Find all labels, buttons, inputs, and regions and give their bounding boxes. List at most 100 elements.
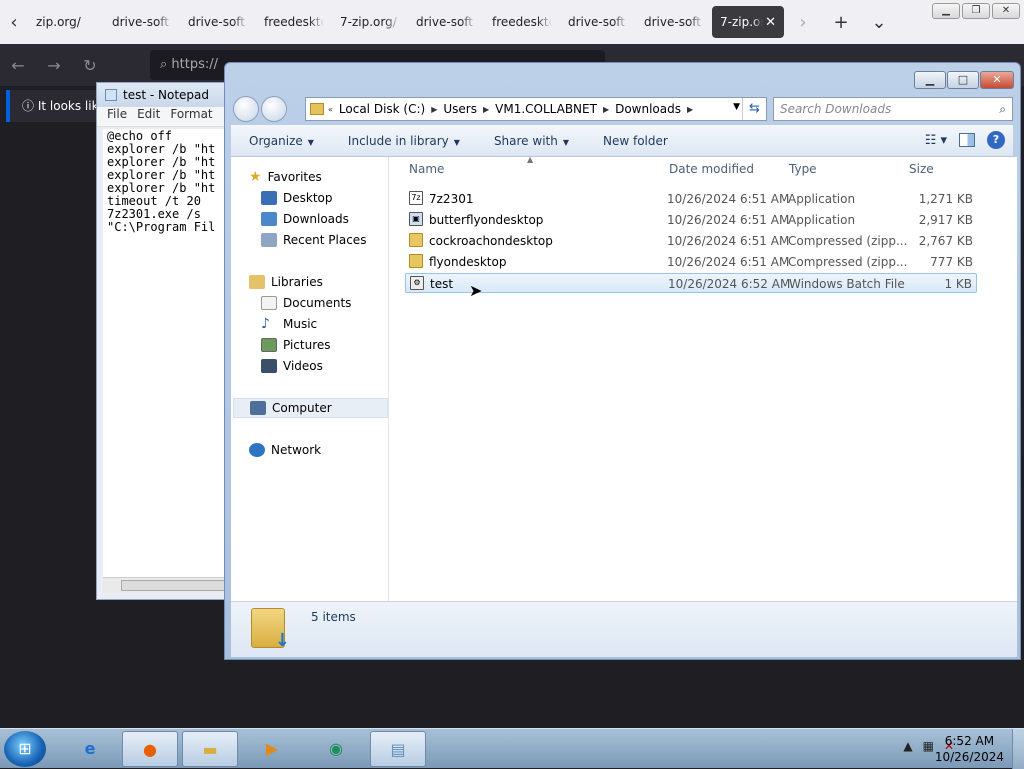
column-type[interactable]: Type	[789, 162, 817, 176]
nav-videos[interactable]: Videos	[261, 356, 401, 376]
nav-documents[interactable]: Documents	[261, 293, 401, 313]
organize-button[interactable]: Organize ▼	[231, 134, 330, 148]
maximize-icon[interactable]: □	[947, 71, 979, 89]
firefox-icon[interactable]: ●	[122, 731, 178, 767]
minimize-icon[interactable]: ▁	[932, 3, 960, 19]
nav-music[interactable]: ♪ Music	[261, 314, 401, 334]
chevron-right-icon[interactable]: ▶	[483, 105, 489, 114]
start-button[interactable]: ⊞	[4, 731, 46, 767]
browser-tab[interactable]: drive-soft	[636, 6, 712, 38]
nav-network[interactable]: Network	[249, 440, 389, 460]
tab-list-icon[interactable]: ⌄	[860, 12, 898, 33]
file-row-selected[interactable]: ⚙ test 10/26/2024 6:52 AM Windows Batch …	[405, 273, 977, 293]
nav-favorites[interactable]: ★ Favorites	[249, 167, 389, 187]
explorer-body: ★ Favorites Desktop Downloads Recent Plac…	[231, 155, 1017, 601]
zip-folder-icon	[409, 233, 423, 247]
new-tab-icon[interactable]: +	[822, 12, 860, 33]
browser-tab[interactable]: drive-soft	[560, 6, 636, 38]
include-label: Include in library	[347, 133, 449, 148]
media-player-icon[interactable]: ▶	[244, 731, 300, 767]
overflow-icon[interactable]: «	[328, 105, 333, 114]
file-row[interactable]: ▣ butterflyondesktop 10/26/2024 6:51 AM …	[405, 210, 977, 230]
close-tab-icon[interactable]: ✕	[765, 15, 776, 30]
address-bar[interactable]: « Local Disk (C:) ▶ Users ▶ VM1.COLLABNET ▶…	[305, 97, 767, 121]
file-row[interactable]: cockroachondesktop 10/26/2024 6:51 AM Co…	[405, 231, 977, 251]
column-date-modified[interactable]: Date modified	[669, 162, 754, 176]
url-text: https://	[171, 57, 219, 72]
tab-scroll-right-icon[interactable]: ›	[784, 12, 822, 33]
file-row[interactable]: flyondesktop 10/26/2024 6:51 AM Compress…	[405, 252, 977, 272]
nav-label: Desktop	[283, 191, 333, 205]
restore-icon[interactable]: ❐	[962, 3, 990, 19]
browser-tab[interactable]: drive-soft	[104, 6, 180, 38]
browser-tab[interactable]: freedeskto	[256, 6, 332, 38]
menu-format[interactable]: Format	[170, 107, 212, 126]
menu-edit[interactable]: Edit	[137, 107, 160, 126]
reload-icon[interactable]: ↻	[72, 56, 108, 75]
include-in-library-button[interactable]: Include in library ▼	[330, 134, 476, 148]
nav-downloads[interactable]: Downloads	[261, 209, 401, 229]
tab-label: drive-soft	[644, 15, 702, 29]
browser-tab-active[interactable]: 7-zip.or ✕	[712, 6, 784, 38]
file-date: 10/26/2024 6:51 AM	[667, 192, 790, 206]
preview-pane-icon[interactable]	[959, 133, 975, 147]
search-icon: ⌕	[160, 57, 172, 72]
browser-tab[interactable]: drive-soft	[408, 6, 484, 38]
chevron-down-icon[interactable]: ▼	[733, 102, 740, 112]
forward-icon[interactable]: →	[36, 56, 72, 75]
scrollbar-thumb[interactable]	[121, 580, 235, 591]
menu-file[interactable]: File	[107, 107, 127, 126]
file-row[interactable]: 7z 7z2301 10/26/2024 6:51 AM Application…	[405, 189, 977, 209]
column-size[interactable]: Size	[909, 162, 934, 176]
nav-label: Favorites	[267, 170, 322, 184]
new-folder-button[interactable]: New folder	[585, 134, 684, 148]
notepad-taskbar-icon[interactable]: ▤	[370, 731, 426, 767]
minimize-icon[interactable]: ▁	[914, 71, 946, 89]
app-icon[interactable]: ◉	[308, 731, 364, 767]
chevron-right-icon[interactable]: ▶	[603, 105, 609, 114]
nav-computer[interactable]: Computer	[233, 398, 388, 418]
search-placeholder: Search Downloads	[780, 102, 892, 116]
explorer-taskbar-icon[interactable]: ▬	[182, 731, 238, 767]
browser-tab[interactable]: freedeskto	[484, 6, 560, 38]
chevron-right-icon[interactable]: ▶	[431, 105, 437, 114]
notepad-text-area[interactable]: @echo off explorer /b "ht explorer /b "h…	[103, 129, 235, 577]
browser-tab[interactable]: 7-zip.org/	[332, 6, 408, 38]
search-input[interactable]: Search Downloads ⌕	[773, 97, 1013, 121]
breadcrumb-local-disk[interactable]: Local Disk (C:)	[339, 102, 425, 116]
zip-folder-icon	[409, 254, 423, 268]
show-desktop-button[interactable]	[1012, 729, 1024, 769]
refresh-icon[interactable]: ⇆	[742, 98, 766, 120]
clock[interactable]: 6:52 AM 10/26/2024	[935, 733, 1004, 765]
internet-explorer-icon[interactable]: e	[62, 731, 118, 767]
close-icon[interactable]: ✕	[980, 71, 1014, 89]
view-options-icon[interactable]: ☷ ▾	[925, 133, 947, 148]
nav-libraries[interactable]: Libraries	[249, 272, 389, 292]
horizontal-scrollbar[interactable]	[103, 577, 235, 593]
breadcrumb-downloads[interactable]: Downloads	[615, 102, 681, 116]
computer-icon	[250, 401, 266, 415]
browser-tab[interactable]: zip.org/	[28, 6, 104, 38]
breadcrumb-users[interactable]: Users	[443, 102, 477, 116]
chevron-right-icon[interactable]: ▶	[687, 105, 693, 114]
back-icon[interactable]: ←	[0, 56, 36, 75]
search-icon[interactable]: ⌕	[999, 98, 1006, 120]
nav-recent-places[interactable]: Recent Places	[261, 230, 401, 250]
help-icon[interactable]: ?	[987, 131, 1005, 149]
nav-desktop[interactable]: Desktop	[261, 188, 401, 208]
breadcrumb-user[interactable]: VM1.COLLABNET	[495, 102, 597, 116]
nav-label: Documents	[283, 296, 352, 310]
column-name[interactable]: Name	[409, 162, 444, 176]
notepad-window[interactable]: test - Notepad File Edit Format @echo of…	[96, 82, 236, 600]
network-tray-icon[interactable]: ▦	[923, 739, 934, 753]
show-hidden-icons-icon[interactable]: ▲	[903, 739, 912, 753]
notepad-titlebar[interactable]: test - Notepad	[97, 83, 235, 107]
nav-pictures[interactable]: Pictures	[261, 335, 401, 355]
close-icon[interactable]: ✕	[992, 3, 1020, 19]
forward-icon[interactable]	[261, 96, 287, 122]
back-icon[interactable]	[233, 96, 259, 122]
browser-tab[interactable]: drive-soft	[180, 6, 256, 38]
tab-scroll-left-icon[interactable]: ‹	[0, 12, 28, 33]
explorer-window[interactable]: ▁ □ ✕ « Local Disk (C:) ▶ Users ▶ VM1.COLL…	[224, 62, 1021, 660]
share-with-button[interactable]: Share with ▼	[476, 134, 585, 148]
